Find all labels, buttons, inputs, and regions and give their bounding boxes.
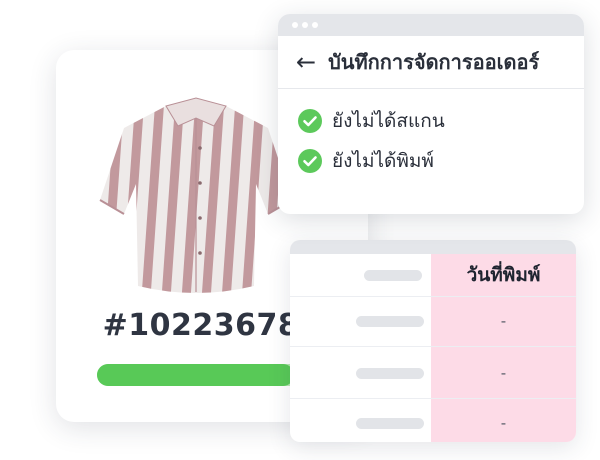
column-header-placeholder xyxy=(364,270,422,281)
check-circle-icon xyxy=(298,149,322,173)
row-2-print-date: - xyxy=(500,364,507,382)
print-status-table: วันที่พิมพ์ - - - xyxy=(290,240,576,442)
row-divider xyxy=(290,346,576,347)
dialog-title: บันทึกการจัดการออเดอร์ xyxy=(328,50,540,74)
shirt-image xyxy=(99,97,293,293)
dialog-header: ← บันทึกการจัดการออเดอร์ xyxy=(278,36,584,89)
column-header-print-date: วันที่พิมพ์ xyxy=(466,264,541,286)
row-3-print-date: - xyxy=(500,414,507,432)
status-list: ยังไม่ได้สแกน ยังไม่ได้พิมพ์ xyxy=(278,89,584,181)
row-3-placeholder xyxy=(356,418,424,429)
status-item-not-printed: ยังไม่ได้พิมพ์ xyxy=(298,141,584,181)
status-label: ยังไม่ได้สแกน xyxy=(332,110,445,132)
window-titlebar xyxy=(278,14,584,36)
status-label: ยังไม่ได้พิมพ์ xyxy=(332,150,434,172)
window-dot xyxy=(302,22,308,28)
back-arrow-icon[interactable]: ← xyxy=(296,50,316,74)
window-dot xyxy=(292,22,298,28)
order-management-dialog: ← บันทึกการจัดการออเดอร์ ยังไม่ได้สแกน ย… xyxy=(278,14,584,214)
row-1-print-date: - xyxy=(500,312,507,330)
table-topbar xyxy=(290,240,576,254)
window-dot xyxy=(312,22,318,28)
row-1-placeholder xyxy=(356,316,424,327)
status-item-not-scanned: ยังไม่ได้สแกน xyxy=(298,101,584,141)
row-2-placeholder xyxy=(356,368,424,379)
check-circle-icon xyxy=(298,109,322,133)
order-progress-fill xyxy=(97,364,294,386)
